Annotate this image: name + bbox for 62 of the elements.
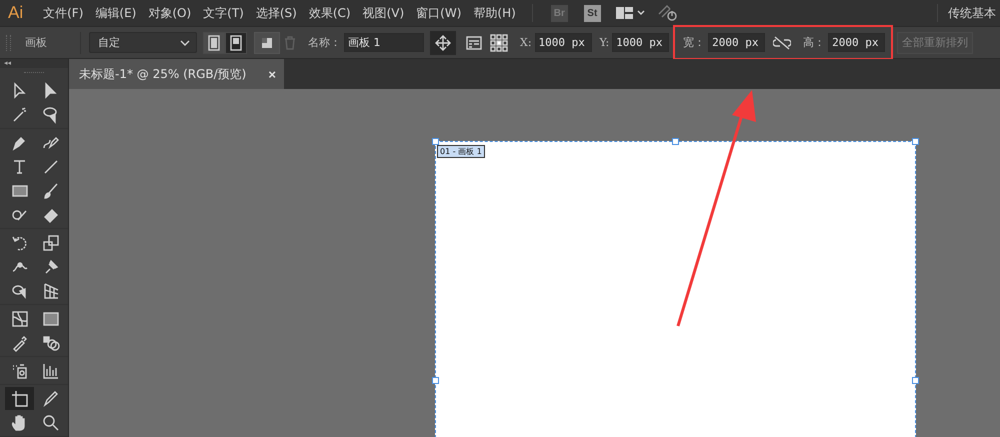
new-artboard-button[interactable] (254, 32, 280, 54)
landscape-button[interactable] (225, 32, 247, 54)
paintbrush-icon (42, 182, 60, 200)
panel-grip (6, 34, 11, 50)
menu-item[interactable]: 窗口(W) (410, 4, 468, 22)
panel-grip (24, 72, 44, 75)
portrait-icon (208, 34, 220, 50)
tool-button[interactable] (5, 387, 34, 410)
blend-icon (42, 334, 60, 352)
column-graph-icon (42, 362, 60, 380)
width-label: 宽： (683, 35, 706, 50)
y-label: Y: (600, 36, 610, 49)
selection-handle[interactable] (912, 138, 919, 145)
selection-handle[interactable] (432, 138, 439, 145)
move-arrows-icon (435, 34, 451, 50)
eyedropper-icon (10, 334, 28, 352)
landscape-icon (230, 34, 242, 50)
height-field[interactable]: 2000 px (828, 33, 886, 52)
menu-item[interactable]: 选择(S) (250, 4, 303, 22)
reference-point-icon[interactable] (490, 34, 508, 52)
menu-item[interactable]: 帮助(H) (467, 4, 522, 22)
move-artwork-button[interactable] (430, 30, 456, 54)
close-button[interactable]: × (268, 66, 276, 82)
symbol-sprayer-icon (10, 362, 28, 380)
name-label: 名称： (308, 35, 341, 50)
x-label: X: (520, 36, 532, 49)
gradient-icon (42, 310, 60, 328)
selection-handle[interactable] (912, 377, 919, 384)
sync-icon[interactable] (656, 4, 679, 22)
menu-item[interactable]: 编辑(E) (89, 4, 142, 22)
preset-dropdown[interactable]: 自定 (89, 32, 197, 53)
x-field[interactable]: 1000 px (534, 33, 592, 52)
panel-label: 画板 (25, 35, 48, 50)
portrait-button[interactable] (203, 32, 225, 54)
app-logo: Ai (7, 3, 24, 23)
caret-icon (180, 40, 190, 46)
document-tab[interactable]: 未标题-1* @ 25% (RGB/预览) × (69, 59, 284, 89)
y-field[interactable]: 1000 px (612, 33, 670, 52)
zoom-icon (42, 414, 60, 432)
height-label: 高： (803, 35, 826, 50)
menu-item[interactable]: 文字(T) (197, 4, 250, 22)
artboard-icon (261, 36, 273, 48)
selection-handle[interactable] (672, 138, 679, 145)
slice-icon (42, 390, 60, 408)
menu-item[interactable]: 视图(V) (356, 4, 410, 22)
width-field[interactable]: 2000 px (708, 33, 766, 52)
artboard-tool-icon (10, 390, 28, 408)
mesh-icon (10, 310, 28, 328)
layout-icon[interactable] (614, 5, 645, 21)
document-title: 未标题-1* @ 25% (RGB/预览) (79, 66, 246, 82)
menu-item[interactable]: 对象(O) (142, 4, 198, 22)
perspective-grid-icon (42, 282, 60, 300)
menu-item[interactable]: 效果(C) (302, 4, 357, 22)
workspace-switcher[interactable]: 传统基本 (948, 4, 1000, 22)
app-button[interactable]: St (584, 4, 601, 22)
selection-handle[interactable] (432, 377, 439, 384)
options-icon[interactable] (466, 36, 482, 50)
artboard-label: 01 - 画板 1 (437, 145, 485, 158)
broken-link-icon[interactable] (773, 36, 792, 50)
name-field[interactable]: 画板 1 (344, 33, 424, 52)
menu-item[interactable]: 文件(F) (37, 4, 90, 22)
scale-icon (42, 234, 60, 252)
